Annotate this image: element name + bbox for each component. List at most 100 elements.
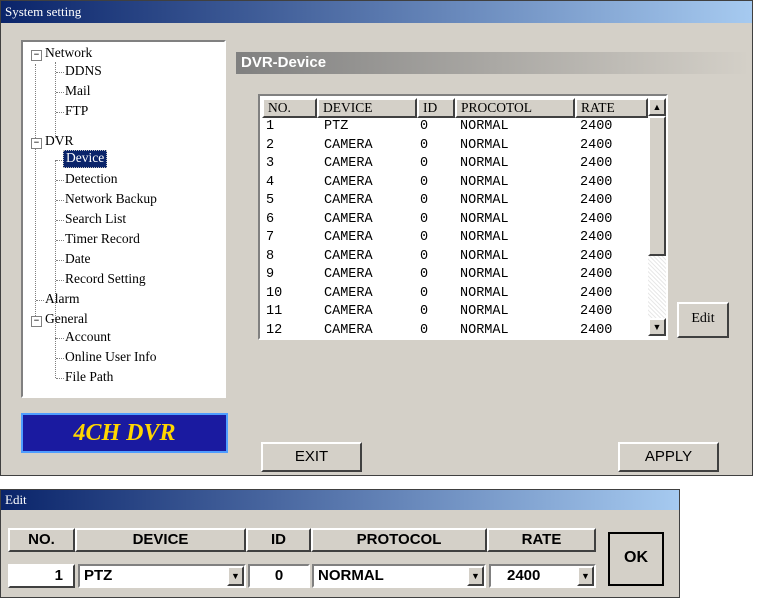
tree-item-file-path[interactable]: File Path — [65, 368, 113, 388]
row-protocol: NORMAL — [460, 304, 509, 319]
tree-item-ftp[interactable]: FTP — [65, 102, 88, 122]
row-id: 0 — [420, 230, 429, 245]
row-id: 0 — [420, 156, 429, 171]
row-protocol: NORMAL — [460, 174, 509, 190]
row-protocol: NORMAL — [460, 193, 509, 208]
dvr-logo: 4CH DVR — [21, 413, 228, 453]
row-id: 0 — [420, 322, 429, 338]
row-device: CAMERA — [324, 285, 373, 301]
column-header-no[interactable]: NO. — [262, 98, 317, 118]
table-scrollbar[interactable]: ▲ ▼ — [648, 98, 666, 336]
row-no: 3 — [266, 156, 275, 171]
apply-button[interactable]: APPLY — [618, 442, 719, 472]
rate-dropdown-icon[interactable]: ▼ — [577, 566, 594, 586]
tree-item-network-backup[interactable]: Network Backup — [65, 190, 157, 210]
edit-dialog-title: Edit — [1, 490, 679, 510]
row-id: 0 — [420, 119, 429, 134]
row-protocol: NORMAL — [460, 156, 509, 171]
scroll-thumb[interactable] — [648, 116, 666, 256]
row-id: 0 — [420, 285, 429, 301]
row-protocol: NORMAL — [460, 248, 509, 264]
tree-item-online-user-info[interactable]: Online User Info — [65, 348, 156, 368]
row-rate: 2400 — [580, 248, 613, 264]
device-table[interactable]: NO. DEVICE ID PROCOTOL RATE 1 PTZ 0 NORMAL 2… — [258, 94, 668, 340]
collapse-network-icon[interactable]: − — [31, 50, 42, 61]
column-header-rate[interactable]: RATE — [575, 98, 648, 118]
column-header-device[interactable]: DEVICE — [317, 98, 417, 118]
exit-button[interactable]: EXIT — [261, 442, 362, 472]
row-rate: 2400 — [580, 267, 613, 282]
row-no: 6 — [266, 211, 275, 227]
settings-tree[interactable]: − Network DDNS Mail FTP − DVR Device Det… — [21, 40, 226, 398]
edit-header-protocol: PROTOCOL — [311, 528, 487, 552]
collapse-dvr-icon[interactable]: − — [31, 138, 42, 149]
column-header-id[interactable]: ID — [417, 98, 455, 118]
row-rate: 2400 — [580, 156, 613, 171]
row-rate: 2400 — [580, 230, 613, 245]
row-device: CAMERA — [324, 248, 373, 264]
row-rate: 2400 — [580, 322, 613, 338]
row-protocol: NORMAL — [460, 285, 509, 301]
row-device: CAMERA — [324, 193, 373, 208]
row-protocol: NORMAL — [460, 230, 509, 245]
row-rate: 2400 — [580, 285, 613, 301]
tree-item-record-setting[interactable]: Record Setting — [65, 270, 146, 290]
scroll-down-icon[interactable]: ▼ — [648, 318, 666, 336]
scroll-up-icon[interactable]: ▲ — [648, 98, 666, 116]
tree-item-alarm[interactable]: Alarm — [45, 290, 80, 310]
row-no: 11 — [266, 304, 283, 319]
device-select[interactable]: PTZ ▼ — [78, 564, 246, 588]
tree-item-dvr[interactable]: DVR — [45, 132, 74, 152]
column-header-protocol[interactable]: PROCOTOL — [455, 98, 575, 118]
tree-item-general[interactable]: General — [45, 310, 88, 330]
tree-item-ddns[interactable]: DDNS — [65, 62, 102, 82]
row-device: CAMERA — [324, 156, 373, 171]
row-device: PTZ — [324, 119, 349, 134]
row-no: 9 — [266, 267, 275, 282]
ok-button[interactable]: OK — [608, 532, 664, 586]
rate-select-value: 2400 — [507, 567, 541, 584]
tree-item-search-list[interactable]: Search List — [65, 210, 126, 230]
row-rate: 2400 — [580, 119, 613, 134]
row-id: 0 — [420, 304, 429, 319]
row-rate: 2400 — [580, 211, 613, 227]
protocol-dropdown-icon[interactable]: ▼ — [467, 566, 484, 586]
row-id: 0 — [420, 193, 429, 208]
tree-item-timer-record[interactable]: Timer Record — [65, 230, 140, 250]
edit-button[interactable]: Edit — [677, 302, 729, 338]
protocol-select[interactable]: NORMAL ▼ — [312, 564, 486, 588]
device-dropdown-icon[interactable]: ▼ — [227, 566, 244, 586]
row-protocol: NORMAL — [460, 211, 509, 227]
row-id: 0 — [420, 174, 429, 190]
row-no: 12 — [266, 322, 283, 338]
row-no: 5 — [266, 193, 275, 208]
row-protocol: NORMAL — [460, 322, 509, 338]
row-device: CAMERA — [324, 267, 373, 282]
window-title: System setting — [1, 1, 752, 23]
row-protocol: NORMAL — [460, 119, 509, 134]
device-select-value: PTZ — [84, 567, 113, 584]
tree-item-network[interactable]: Network — [45, 44, 92, 64]
rate-select[interactable]: 2400 ▼ — [489, 564, 596, 588]
row-no: 1 — [266, 119, 275, 134]
tree-item-detection[interactable]: Detection — [65, 170, 117, 190]
tree-item-device[interactable]: Device — [63, 150, 108, 168]
protocol-select-value: NORMAL — [318, 567, 384, 584]
id-field[interactable]: 0 — [248, 564, 310, 588]
row-id: 0 — [420, 267, 429, 282]
row-protocol: NORMAL — [460, 267, 509, 282]
edit-header-no: NO. — [8, 528, 75, 552]
row-device: CAMERA — [324, 304, 373, 319]
tree-item-mail[interactable]: Mail — [65, 82, 91, 102]
collapse-general-icon[interactable]: − — [31, 316, 42, 327]
row-device: CAMERA — [324, 211, 373, 227]
tree-item-account[interactable]: Account — [65, 328, 111, 348]
row-rate: 2400 — [580, 174, 613, 190]
edit-header-id: ID — [246, 528, 311, 552]
row-rate: 2400 — [580, 193, 613, 208]
tree-item-date[interactable]: Date — [65, 250, 90, 270]
row-device: CAMERA — [324, 137, 373, 153]
edit-header-device: DEVICE — [75, 528, 246, 552]
row-no: 8 — [266, 248, 275, 264]
row-device: CAMERA — [324, 230, 373, 245]
